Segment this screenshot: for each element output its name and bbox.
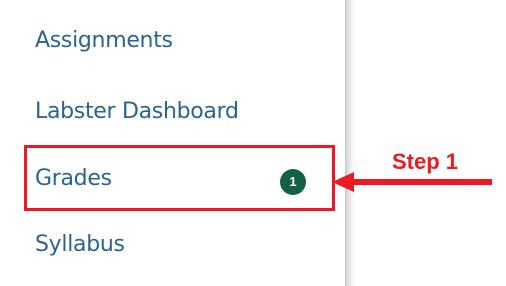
screenshot-stage: Assignments Labster Dashboard Grades 1 S… — [0, 0, 506, 286]
nav-item-grades[interactable]: Grades 1 — [0, 160, 345, 204]
nav-item-assignments[interactable]: Assignments — [0, 22, 345, 66]
grades-count-badge: 1 — [280, 169, 306, 195]
nav-item-labster-dashboard[interactable]: Labster Dashboard — [0, 93, 345, 137]
nav-item-label: Syllabus — [35, 232, 125, 257]
nav-item-label: Labster Dashboard — [35, 99, 239, 124]
nav-item-syllabus[interactable]: Syllabus — [0, 226, 345, 270]
step-label: Step 1 — [392, 149, 459, 174]
nav-panel-shadow — [345, 0, 355, 286]
nav-item-label: Grades — [35, 166, 112, 191]
nav-item-label: Assignments — [35, 28, 173, 53]
course-navigation: Assignments Labster Dashboard Grades 1 S… — [0, 0, 345, 286]
